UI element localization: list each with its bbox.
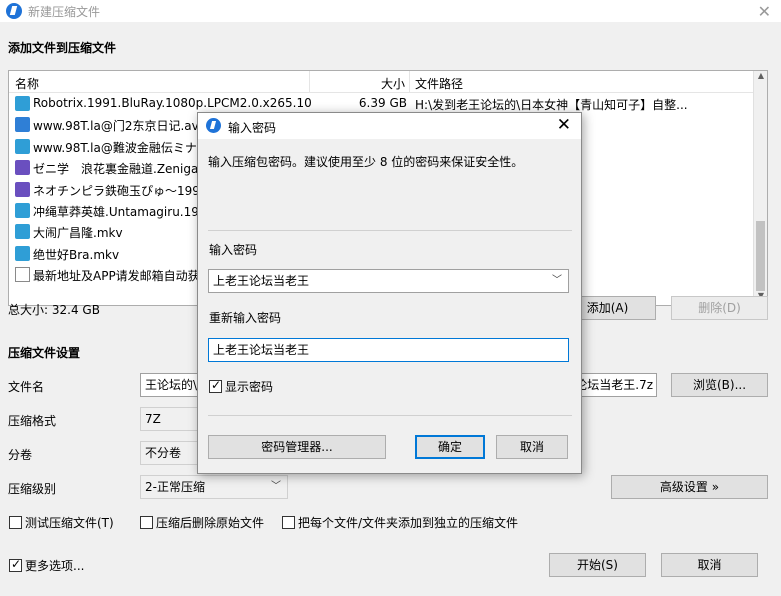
dialog-separator xyxy=(208,230,572,231)
dialog-separator-bottom xyxy=(208,415,572,416)
password-dialog: 输入密码 ✕ 输入压缩包密码。建议使用至少 8 位的密码来保证安全性。 输入密码… xyxy=(197,112,582,474)
bandizip-logo-icon xyxy=(206,118,221,133)
filename-label: 文件名 xyxy=(8,380,45,394)
mkv-file-icon xyxy=(15,96,30,111)
ok-button[interactable]: 确定 xyxy=(415,435,485,459)
split-label: 分卷 xyxy=(8,448,33,462)
reenter-password-label: 重新输入密码 xyxy=(209,311,282,325)
split-value: 不分卷 xyxy=(145,446,182,460)
separate-archives-label: 把每个文件/文件夹添加到独立的压缩文件 xyxy=(298,516,519,530)
test-archive-label: 测试压缩文件(T) xyxy=(25,516,114,530)
column-header-size[interactable]: 大小 xyxy=(311,75,405,92)
reenter-password-field[interactable]: 上老王论坛当老王 xyxy=(208,338,569,362)
txt-file-icon xyxy=(15,267,30,283)
chevron-down-icon[interactable]: ﹀ xyxy=(552,270,562,292)
password-combo[interactable]: 上老王论坛当老王 ﹀ xyxy=(208,269,569,293)
show-password-label: 显示密码 xyxy=(225,380,274,394)
dialog-titlebar: 输入密码 ✕ xyxy=(198,113,581,139)
password-label: 输入密码 xyxy=(209,243,258,257)
window-titlebar: 新建压缩文件 ✕ xyxy=(0,0,781,22)
bandizip-logo-icon xyxy=(6,3,22,19)
dialog-close-icon[interactable]: ✕ xyxy=(557,115,571,135)
mkv-file-icon xyxy=(15,202,30,218)
add-files-section-title: 添加文件到压缩文件 xyxy=(8,41,117,55)
level-select[interactable]: 2-正常压缩 ﹀ xyxy=(140,475,288,499)
filename-tail: 论坛当老王.7z xyxy=(575,378,653,392)
window-close-icon[interactable]: ✕ xyxy=(758,2,771,21)
file-list-scrollbar[interactable]: ▲ ▼ xyxy=(753,71,767,305)
mkv-file-icon xyxy=(15,224,30,240)
dialog-title: 输入密码 xyxy=(228,121,277,135)
column-header-path[interactable]: 文件路径 xyxy=(415,75,463,92)
level-label: 压缩级别 xyxy=(8,482,57,496)
dialog-cancel-button[interactable]: 取消 xyxy=(496,435,568,459)
level-value: 2-正常压缩 xyxy=(145,480,205,494)
column-header-name[interactable]: 名称 xyxy=(15,75,39,92)
format-value: 7Z xyxy=(145,412,161,426)
avi-file-icon xyxy=(15,117,30,133)
file-name: Robotrix.1991.BluRay.1080p.LPCM2.0.x265.… xyxy=(33,96,311,110)
test-archive-checkbox[interactable] xyxy=(9,516,22,529)
mkv-file-icon xyxy=(15,138,30,154)
delete-after-label: 压缩后删除原始文件 xyxy=(156,516,265,530)
cancel-button[interactable]: 取消 xyxy=(661,553,758,577)
scroll-up-icon[interactable]: ▲ xyxy=(754,71,767,85)
file-path: H:\发到老王论坛的\日本女神【青山知可子】自整... xyxy=(415,98,688,112)
password-manager-button[interactable]: 密码管理器... xyxy=(208,435,386,459)
mkv-file-icon xyxy=(15,245,30,261)
settings-section-title: 压缩文件设置 xyxy=(8,346,81,360)
total-size-label: 总大小: 32.4 GB xyxy=(8,303,100,317)
password-value: 上老王论坛当老王 xyxy=(213,274,310,288)
scrollbar-thumb[interactable] xyxy=(756,221,765,291)
reenter-password-value: 上老王论坛当老王 xyxy=(213,343,310,357)
show-password-checkbox[interactable] xyxy=(209,378,222,393)
dialog-description: 输入压缩包密码。建议使用至少 8 位的密码来保证安全性。 xyxy=(208,155,524,169)
delete-button[interactable]: 删除(D) xyxy=(671,296,768,320)
window-title: 新建压缩文件 xyxy=(28,5,101,19)
start-button[interactable]: 开始(S) xyxy=(549,553,646,577)
separate-archives-checkbox[interactable] xyxy=(282,516,295,529)
mp4-file-icon xyxy=(15,160,30,176)
more-options-label: 更多选项... xyxy=(25,559,85,573)
format-label: 压缩格式 xyxy=(8,414,57,428)
chevron-down-icon: ﹀ xyxy=(271,481,281,492)
mp4-file-icon xyxy=(15,181,30,197)
file-list-header: 名称 大小 文件路径 xyxy=(9,71,754,93)
delete-after-checkbox[interactable] xyxy=(140,516,153,529)
advanced-settings-button[interactable]: 高级设置 » xyxy=(611,475,768,499)
browse-button[interactable]: 浏览(B)... xyxy=(671,373,768,397)
file-size: 6.39 GB xyxy=(358,96,407,110)
more-options-checkbox[interactable] xyxy=(9,557,22,572)
filename-value: 王论坛的\ xyxy=(145,378,198,392)
